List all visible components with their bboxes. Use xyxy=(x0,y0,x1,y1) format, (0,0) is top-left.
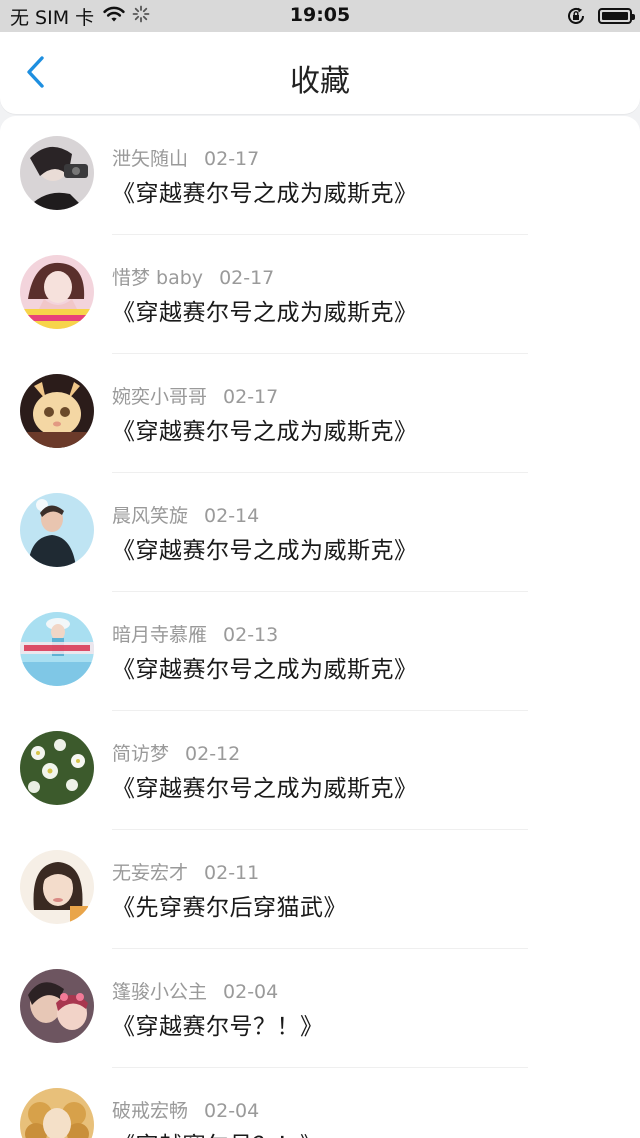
item-title[interactable]: 《穿越赛尔号之成为威斯克》 xyxy=(112,412,418,446)
avatar xyxy=(20,731,94,805)
item-title[interactable]: 《穿越赛尔号之成为威斯克》 xyxy=(112,531,418,565)
item-date: 02-17 xyxy=(204,148,260,170)
item-meta: 暗月寺慕雁 02-13 xyxy=(112,620,278,647)
list-item[interactable]: 无妄宏才 02-11 《先穿赛尔后穿猫武》 xyxy=(0,830,640,949)
favorites-list: 泄矢随山 02-17 《穿越赛尔号之成为威斯克》 惜梦 baby 02-17 《穿越… xyxy=(0,116,640,1138)
item-title[interactable]: 《穿越赛尔号之成为威斯克》 xyxy=(112,650,418,684)
user-name[interactable]: 晨风笑旋 xyxy=(112,505,188,527)
user-name[interactable]: 无妄宏才 xyxy=(112,862,188,884)
item-meta: 惜梦 baby 02-17 xyxy=(112,263,274,290)
battery-icon xyxy=(598,8,635,24)
list-item[interactable]: 简访梦 02-12 《穿越赛尔号之成为威斯克》 xyxy=(0,711,640,830)
item-meta: 篷骏小公主 02-04 xyxy=(112,977,278,1004)
avatar xyxy=(20,136,94,210)
list-item[interactable]: 破戒宏畅 02-04 《穿越赛尔号？！》 xyxy=(0,1068,640,1138)
item-date: 02-14 xyxy=(204,505,260,527)
list-item[interactable]: 泄矢随山 02-17 《穿越赛尔号之成为威斯克》 xyxy=(0,116,640,235)
list-item[interactable]: 惜梦 baby 02-17 《穿越赛尔号之成为威斯克》 xyxy=(0,235,640,354)
item-date: 02-11 xyxy=(204,862,260,884)
item-meta: 泄矢随山 02-17 xyxy=(112,144,259,171)
item-title[interactable]: 《穿越赛尔号之成为威斯克》 xyxy=(112,769,418,803)
item-title[interactable]: 《穿越赛尔号？！》 xyxy=(112,1126,324,1138)
item-meta: 晨风笑旋 02-14 xyxy=(112,501,259,528)
avatar xyxy=(20,969,94,1043)
avatar xyxy=(20,850,94,924)
list-item[interactable]: 暗月寺慕雁 02-13 《穿越赛尔号之成为威斯克》 xyxy=(0,592,640,711)
page-title: 收藏 xyxy=(290,64,350,99)
user-name[interactable]: 惜梦 baby xyxy=(112,267,203,289)
avatar xyxy=(20,1088,94,1138)
item-meta: 简访梦 02-12 xyxy=(112,739,240,766)
nav-bar: 收藏 xyxy=(0,32,640,114)
item-title[interactable]: 《穿越赛尔号？！》 xyxy=(112,1007,324,1041)
user-name[interactable]: 篷骏小公主 xyxy=(112,981,207,1003)
item-title[interactable]: 《先穿赛尔后穿猫武》 xyxy=(112,888,347,922)
user-name[interactable]: 简访梦 xyxy=(112,743,169,765)
item-date: 02-17 xyxy=(219,267,275,289)
list-item[interactable]: 篷骏小公主 02-04 《穿越赛尔号？！》 xyxy=(0,949,640,1068)
item-title[interactable]: 《穿越赛尔号之成为威斯克》 xyxy=(112,174,418,208)
item-meta: 无妄宏才 02-11 xyxy=(112,858,259,885)
avatar xyxy=(20,493,94,567)
user-name[interactable]: 暗月寺慕雁 xyxy=(112,624,207,646)
item-date: 02-12 xyxy=(185,743,241,765)
status-bar: 无 SIM 卡 19:05 xyxy=(0,0,640,32)
avatar xyxy=(20,255,94,329)
list-item[interactable]: 婉奕小哥哥 02-17 《穿越赛尔号之成为威斯克》 xyxy=(0,354,640,473)
item-date: 02-13 xyxy=(223,624,279,646)
avatar xyxy=(20,374,94,448)
item-date: 02-04 xyxy=(223,981,279,1003)
status-right xyxy=(566,6,635,26)
user-name[interactable]: 破戒宏畅 xyxy=(112,1100,188,1122)
item-title[interactable]: 《穿越赛尔号之成为威斯克》 xyxy=(112,293,418,327)
item-meta: 婉奕小哥哥 02-17 xyxy=(112,382,278,409)
status-time: 19:05 xyxy=(289,4,351,26)
item-meta: 破戒宏畅 02-04 xyxy=(112,1096,259,1123)
avatar xyxy=(20,612,94,686)
user-name[interactable]: 泄矢随山 xyxy=(112,148,188,170)
orientation-lock-icon xyxy=(566,6,586,26)
user-name[interactable]: 婉奕小哥哥 xyxy=(112,386,207,408)
item-date: 02-04 xyxy=(204,1100,260,1122)
list-item[interactable]: 晨风笑旋 02-14 《穿越赛尔号之成为威斯克》 xyxy=(0,473,640,592)
item-date: 02-17 xyxy=(223,386,279,408)
